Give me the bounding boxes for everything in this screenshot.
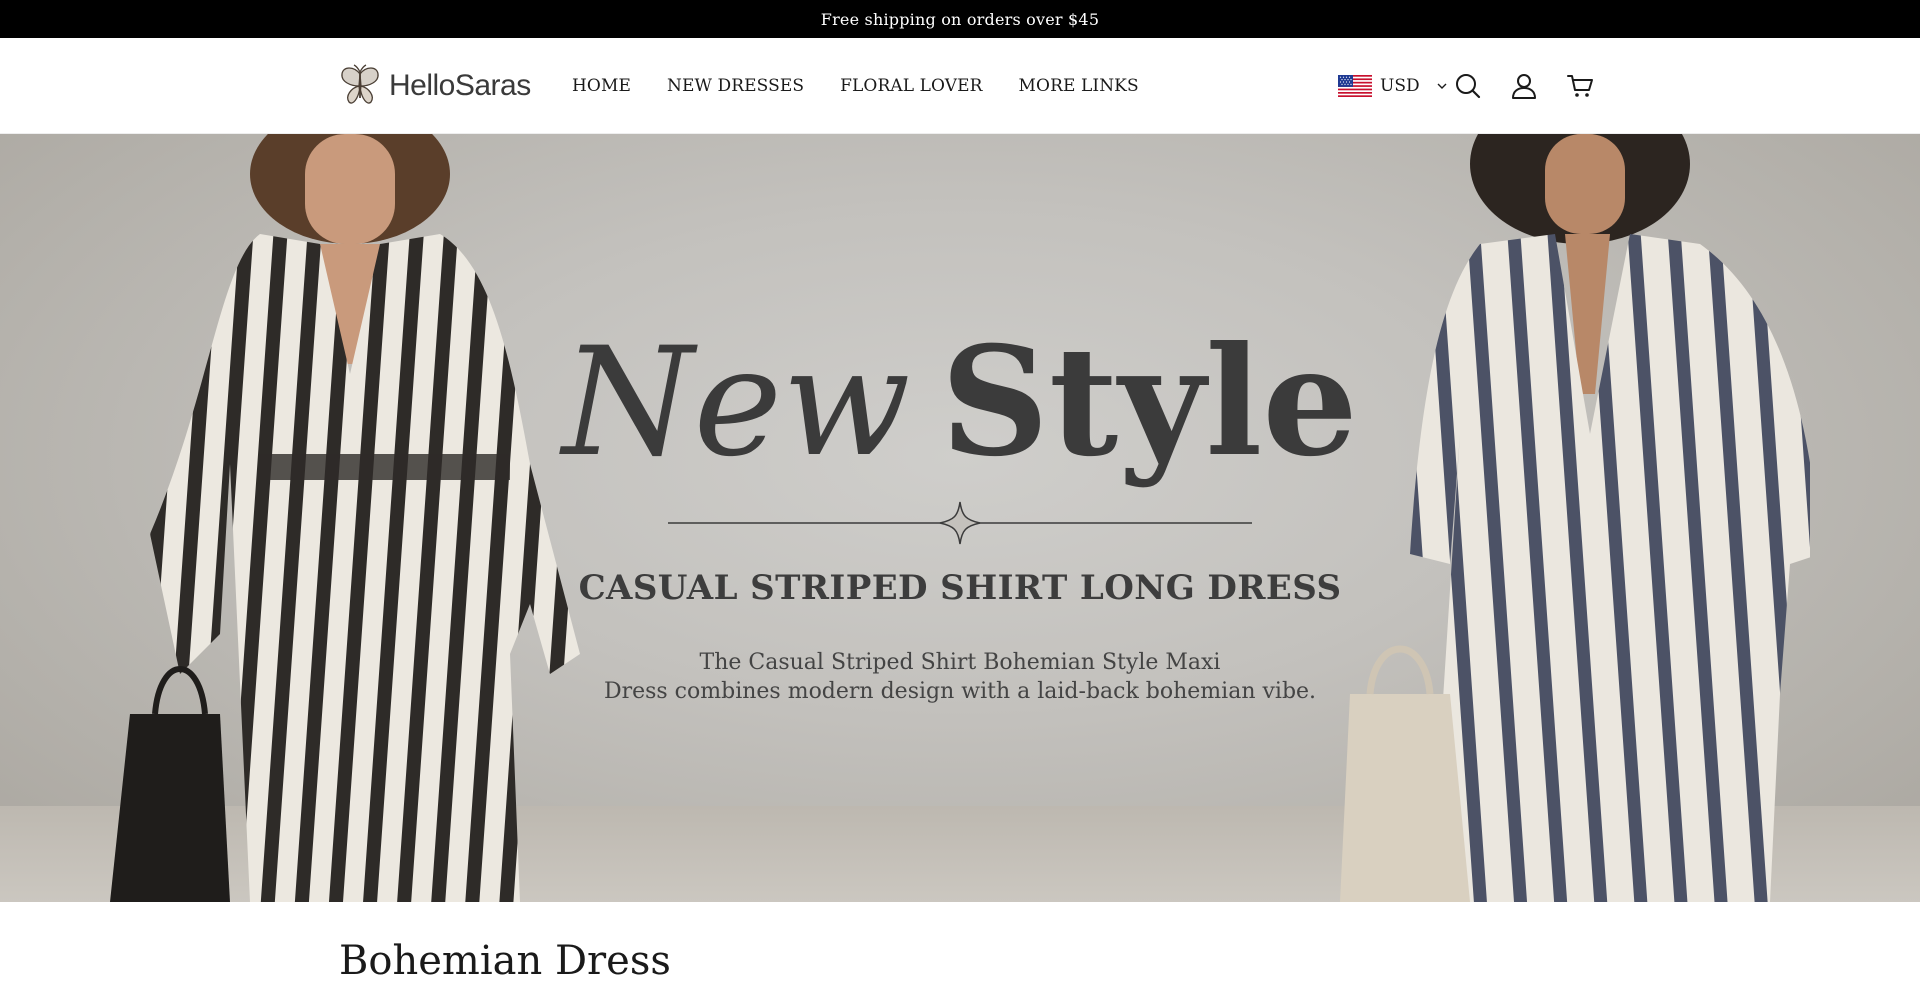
hero-subtitle: CASUAL STRIPED SHIRT LONG DRESS bbox=[578, 568, 1342, 608]
hero-model-right-image bbox=[1340, 134, 1810, 902]
hero-title-italic: New bbox=[562, 316, 911, 490]
account-icon[interactable] bbox=[1510, 72, 1538, 100]
site-logo[interactable]: HelloSaras bbox=[339, 62, 531, 110]
cart-icon[interactable] bbox=[1566, 72, 1594, 100]
hero-banner[interactable]: New Style CASUAL STRIPED SHIRT LONG DRESS… bbox=[0, 134, 1920, 902]
hero-title: New Style bbox=[0, 314, 1920, 490]
hero-title-bold: Style bbox=[940, 314, 1358, 490]
logo-text: HelloSaras bbox=[389, 69, 531, 102]
nav-new-dresses[interactable]: NEW DRESSES bbox=[667, 76, 804, 96]
hero-description: The Casual Striped Shirt Bohemian Style … bbox=[0, 648, 1920, 706]
butterfly-logo-icon bbox=[341, 64, 379, 104]
main-nav: HOME NEW DRESSES FLORAL LOVER MORE LINKS bbox=[572, 38, 1139, 134]
announcement-text: Free shipping on orders over $45 bbox=[820, 9, 1100, 29]
hero-description-line-1: The Casual Striped Shirt Bohemian Style … bbox=[699, 650, 1221, 675]
currency-label: USD bbox=[1380, 76, 1420, 96]
nav-floral-lover[interactable]: FLORAL LOVER bbox=[840, 76, 982, 96]
us-flag-icon bbox=[1338, 75, 1372, 97]
hero-model-left-image bbox=[110, 134, 580, 902]
section-title: Bohemian Dress bbox=[339, 938, 671, 984]
hero-description-line-2: Dress combines modern design with a laid… bbox=[603, 679, 1317, 704]
nav-home[interactable]: HOME bbox=[572, 76, 631, 96]
site-header: HelloSaras HOME NEW DRESSES FLORAL LOVER… bbox=[0, 38, 1920, 134]
announcement-bar: Free shipping on orders over $45 bbox=[0, 0, 1920, 38]
chevron-down-icon bbox=[1437, 83, 1447, 89]
search-icon[interactable] bbox=[1454, 72, 1482, 100]
currency-selector[interactable]: USD bbox=[1338, 75, 1448, 97]
nav-more-links[interactable]: MORE LINKS bbox=[1019, 76, 1139, 96]
header-tools: USD bbox=[1338, 38, 1594, 134]
ornament-divider bbox=[668, 501, 1252, 545]
